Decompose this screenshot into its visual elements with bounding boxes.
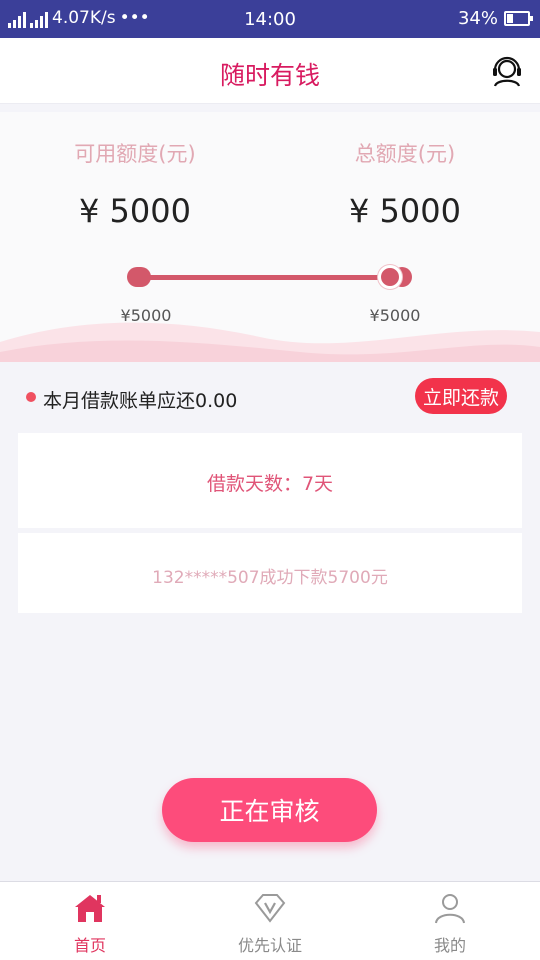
home-icon xyxy=(75,895,105,922)
slider-min-handle[interactable] xyxy=(127,267,151,287)
loan-days-text: 借款天数：7天 xyxy=(206,473,334,495)
bottom-tab-bar: 首页 优先认证 我的 xyxy=(0,881,540,960)
notice-text: 132*****507成功下款5700元 xyxy=(152,568,388,588)
bullet-dot-icon xyxy=(26,392,36,402)
page-title: 随时有钱 xyxy=(219,61,320,90)
monthly-bill-row: 本月借款账单应还0.00 立即还款 xyxy=(0,372,540,424)
app-header: 随时有钱 xyxy=(0,38,540,104)
tab-mine-label: 我的 xyxy=(433,936,466,955)
slider-max-handle[interactable] xyxy=(378,265,402,289)
monthly-bill-text: 本月借款账单应还0.00 xyxy=(43,390,238,412)
available-quota-value: ¥ 5000 xyxy=(79,192,191,230)
loan-days-card: 借款天数：7天 xyxy=(18,433,522,528)
tab-home-label: 首页 xyxy=(73,936,106,955)
quota-slider-track[interactable] xyxy=(140,275,402,280)
total-quota-label: 总额度(元) xyxy=(354,142,456,166)
user-icon xyxy=(435,894,465,924)
notice-card: 132*****507成功下款5700元 xyxy=(18,533,522,613)
available-quota-label: 可用额度(元) xyxy=(74,142,196,166)
battery-icon xyxy=(504,11,533,26)
tab-priority-certification-label: 优先认证 xyxy=(237,936,302,955)
decorative-wave xyxy=(0,322,540,362)
status-right: 34% xyxy=(457,8,533,29)
under-review-button[interactable]: 正在审核 xyxy=(162,778,377,842)
total-quota-value: ¥ 5000 xyxy=(349,192,461,230)
quota-panel: 可用额度(元) 总额度(元) ¥ 5000 ¥ 5000 ¥5000 ¥5000 xyxy=(0,112,540,362)
customer-service-icon[interactable] xyxy=(490,54,524,88)
battery-percent: 34% xyxy=(457,8,498,29)
diamond-v-icon xyxy=(254,894,286,923)
tab-home[interactable]: 首页 xyxy=(0,882,180,960)
status-bar: 4.07K/s ••• 14:00 34% xyxy=(0,0,540,38)
tab-priority-certification[interactable]: 优先认证 xyxy=(180,882,360,960)
tab-mine[interactable]: 我的 xyxy=(360,882,540,960)
repay-now-button[interactable]: 立即还款 xyxy=(415,378,507,414)
